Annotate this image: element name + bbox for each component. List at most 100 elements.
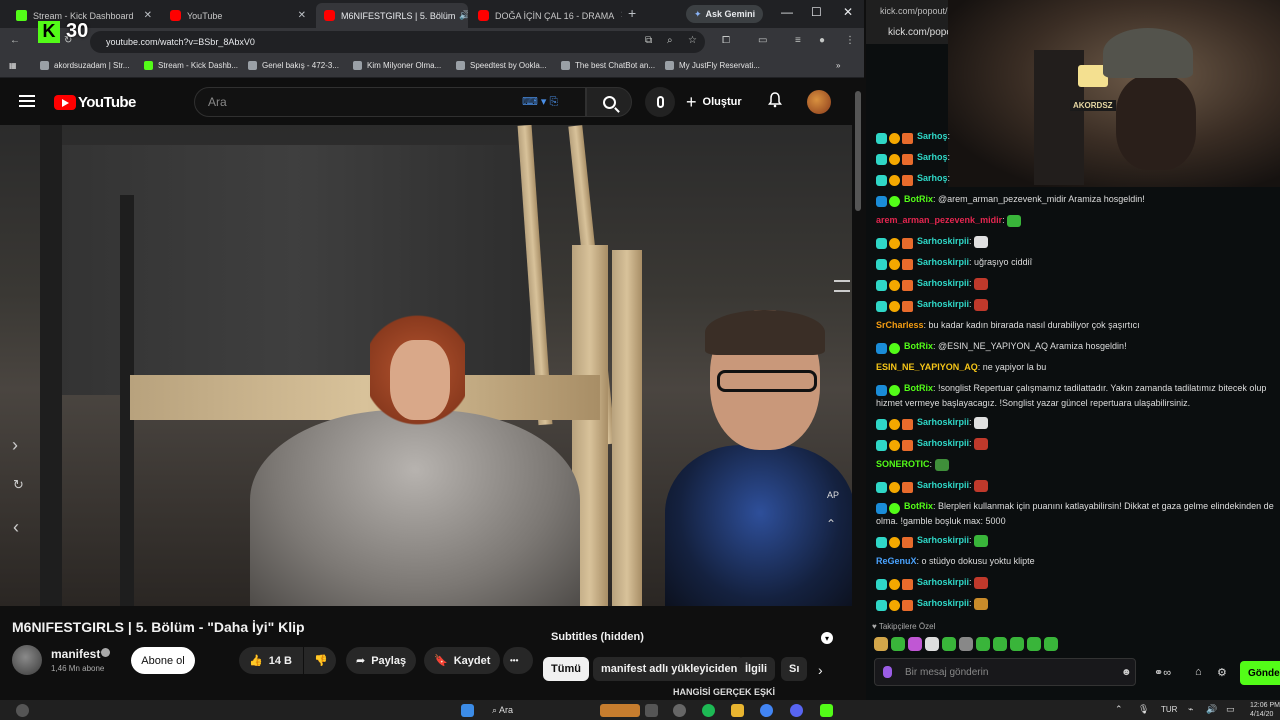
chat-username[interactable]: Sarhoskirpii [917,417,969,427]
chat-username[interactable]: BotRix [904,501,933,511]
coin-badge-icon[interactable] [889,259,900,271]
chat-username[interactable]: BotRix [904,194,933,204]
chip-related[interactable]: İlgili [737,657,775,681]
microphone-icon[interactable] [883,666,892,678]
battery-icon[interactable]: ▭ [1226,704,1239,717]
emote-icon[interactable] [925,637,939,651]
bookmark-kick-dashboard[interactable]: Stream - Kick Dashb... [144,61,238,70]
emote-icon[interactable] [891,637,905,651]
search-button[interactable] [586,87,632,117]
chevron-down-icon[interactable]: ▾ [821,632,833,644]
coin-badge-icon[interactable] [889,440,900,452]
weather-icon[interactable] [16,704,29,717]
more-bookmarks-icon[interactable]: » [836,61,840,70]
verif-badge-icon[interactable] [889,343,900,355]
replay-icon[interactable]: ↻ [13,477,24,493]
channel-name[interactable]: manifest [51,647,100,661]
like-button[interactable]: 👍 14 B [239,647,303,674]
address-bar[interactable]: youtube.com/watch?v=BSbr_8AbxV0 [90,31,705,53]
gift-badge-icon[interactable] [876,537,887,549]
more-actions-button[interactable]: ••• [503,647,533,674]
chat-username[interactable]: arem_arman_pezevenk_midir [876,215,1002,225]
chrome-icon[interactable] [760,704,773,717]
chat-emote-icon[interactable] [934,458,949,471]
crown-badge-icon[interactable] [902,440,913,452]
share-button[interactable]: ➦ Paylaş [346,647,417,674]
cast-icon[interactable]: ⧉ [645,35,652,46]
scrollbar-thumb[interactable] [855,91,861,211]
side-panel-icon[interactable]: ▭ [758,35,767,46]
keyboard-icon[interactable]: ⌨ ▾ ⎘ [522,95,558,109]
emote-icon[interactable] [942,637,956,651]
create-button[interactable]: + Oluştur [686,88,742,116]
account-avatar[interactable] [807,90,831,114]
bot-badge-icon[interactable] [876,385,887,397]
channel-avatar[interactable] [12,645,42,675]
send-message-button[interactable]: Gönder [1240,661,1280,685]
chat-message-input[interactable]: Bir mesaj gönderin [874,658,1136,686]
chat-username[interactable]: Sarhoskirpii [917,577,969,587]
coin-badge-icon[interactable] [889,301,900,313]
gift-badge-icon[interactable] [876,280,887,292]
emote-icon[interactable] [959,637,973,651]
back-arrow-icon[interactable]: ← [10,35,20,46]
gift-badge-icon[interactable] [876,440,887,452]
chat-emote-icon[interactable] [974,235,989,248]
close-tab-icon[interactable]: ✕ [138,10,152,21]
crown-badge-icon[interactable] [902,301,913,313]
chat-emote-icon[interactable] [974,437,989,450]
bookmark-kim-milyoner[interactable]: Kim Milyoner Olma... [353,61,441,70]
spotify-icon[interactable] [702,704,715,717]
emote-icon[interactable] [1027,637,1041,651]
crown-badge-icon[interactable] [902,579,913,591]
task-view-icon[interactable] [645,704,658,717]
gift-badge-icon[interactable] [876,301,887,313]
taskbar-search[interactable]: ⌕ Ara [492,705,513,716]
gift-badge-icon[interactable] [876,175,887,187]
chat-username[interactable]: ESIN_NE_YAPIYON_AQ [876,362,978,372]
github-icon[interactable] [673,704,686,717]
chat-emote-icon[interactable] [974,534,989,547]
coin-badge-icon[interactable] [889,133,900,145]
chat-username[interactable]: Sarhoskirpii [917,480,969,490]
chevron-right-icon[interactable]: › [12,435,18,456]
chat-username[interactable]: BotRix [904,383,933,393]
bookmark-star-icon[interactable]: ☆ [688,35,697,46]
crown-badge-icon[interactable] [902,175,913,187]
mic-tray-icon[interactable]: 🎙 [1138,704,1151,717]
bookmark-speedtest[interactable]: Speedtest by Ookla... [456,61,547,70]
chat-emote-icon[interactable] [974,576,989,589]
crown-badge-icon[interactable] [902,600,913,612]
verif-badge-icon[interactable] [889,503,900,515]
chat-username[interactable]: Sarhoskirpii [917,535,969,545]
chat-username[interactable]: Sarhoskirpii [917,438,969,448]
coin-badge-icon[interactable] [889,482,900,494]
chat-username[interactable]: Sarhoskirpii [917,236,969,246]
save-button[interactable]: 🔖 Kaydet [424,647,501,674]
crown-badge-icon[interactable] [902,419,913,431]
chat-username[interactable]: SONEROTIC [876,459,930,469]
chat-username[interactable]: Sarhoş [917,152,948,162]
crown-badge-icon[interactable] [902,238,913,250]
gift-badge-icon[interactable] [876,419,887,431]
gift-badge-icon[interactable] [876,259,887,271]
bot-badge-icon[interactable] [876,343,887,355]
coin-badge-icon[interactable] [889,537,900,549]
zoom-icon[interactable]: ⌕ [667,35,673,46]
expand-icon[interactable]: ⌃ [826,517,836,531]
chevron-left-icon[interactable]: ‹ [13,517,19,538]
tab-manifest-video[interactable]: M6NIFESTGIRLS | 5. Bölüm 🔊 ✕ [316,3,468,28]
coin-badge-icon[interactable] [889,600,900,612]
bot-badge-icon[interactable] [876,503,887,515]
crown-badge-icon[interactable] [902,154,913,166]
discord-icon[interactable] [790,704,803,717]
verif-badge-icon[interactable] [889,385,900,397]
chat-emote-icon[interactable] [974,416,989,429]
tab-doga-icin-cal[interactable]: DOĞA İÇİN ÇAL 16 - DRAMA ✕ [470,3,622,28]
gift-badge-icon[interactable] [876,133,887,145]
chat-username[interactable]: SrCharless [876,320,924,330]
chat-username[interactable]: Sarhoskirpii [917,278,969,288]
store-icon[interactable]: ⌂ [1195,666,1202,678]
network-icon[interactable]: ⌁ [1188,704,1201,717]
loop-icon[interactable]: ⚭∞ [1154,666,1171,679]
